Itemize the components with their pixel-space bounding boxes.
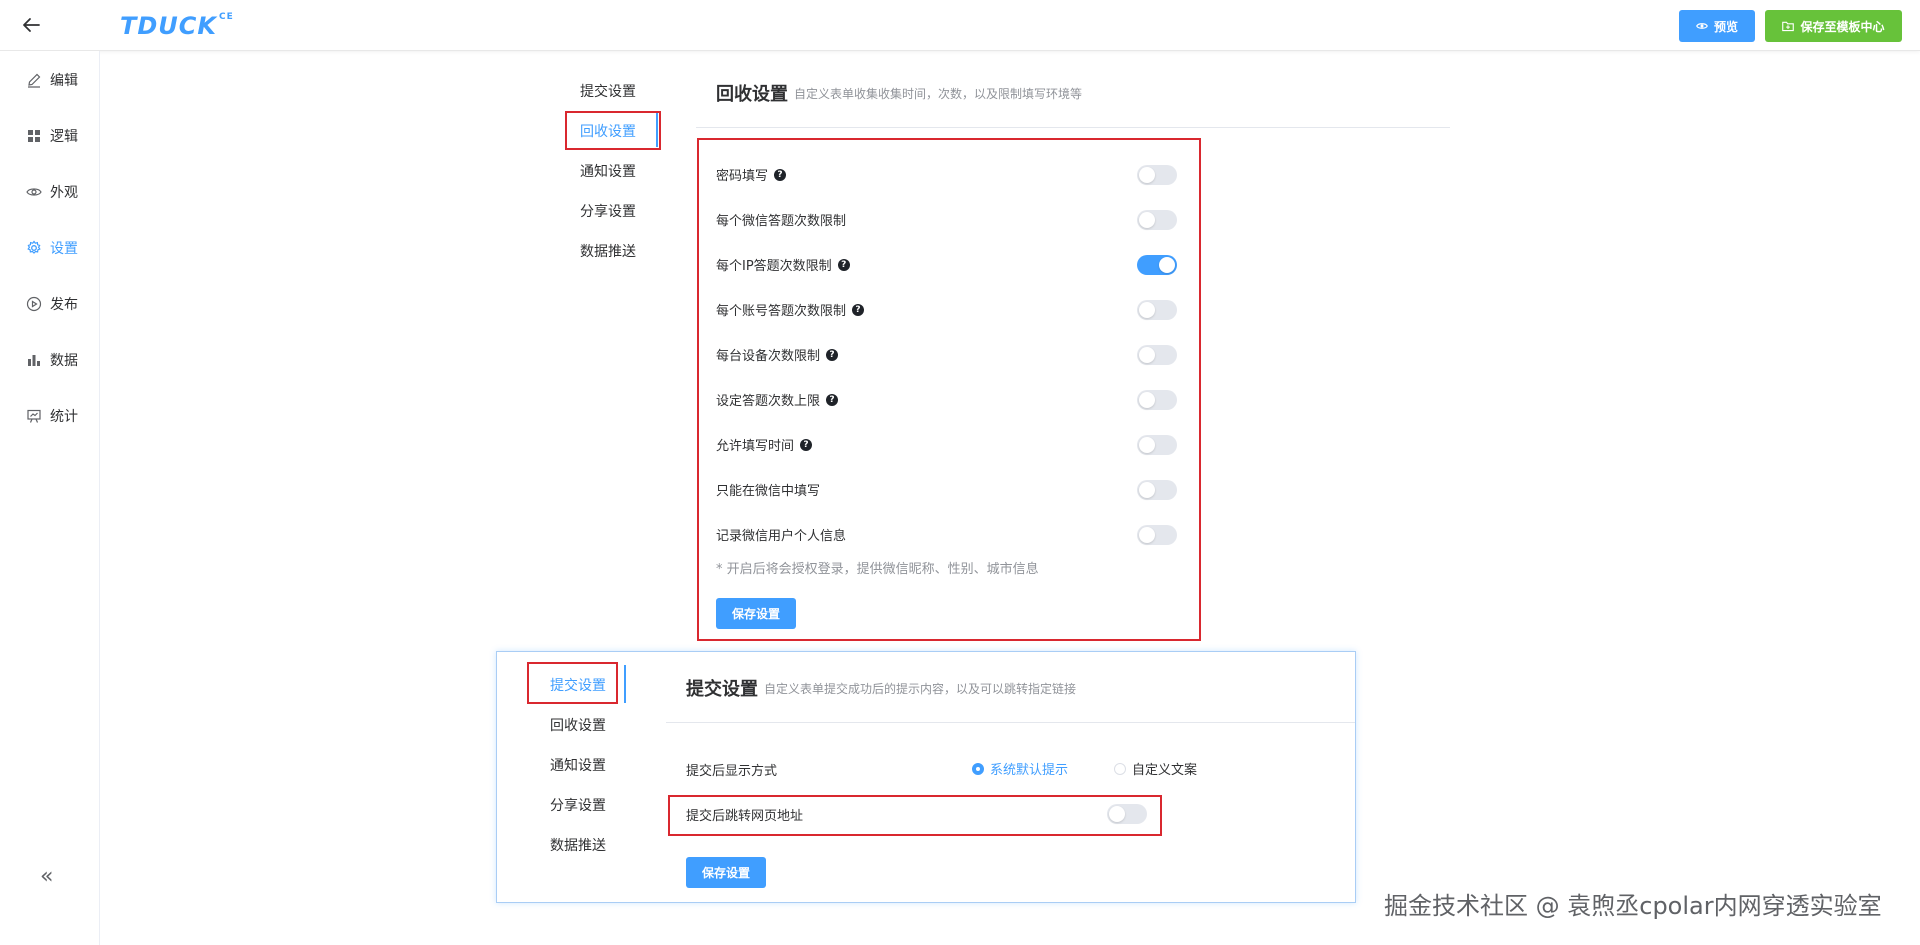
toggle-wechat-limit[interactable] xyxy=(1137,210,1177,230)
setting-row-wechat-limit: 每个微信答题次数限制 xyxy=(716,214,847,229)
toggle-password[interactable] xyxy=(1137,165,1177,185)
active-indicator xyxy=(624,665,626,703)
toggle-record-wechat-info[interactable] xyxy=(1137,525,1177,545)
sidebar-item-edit[interactable]: 编辑 xyxy=(26,70,78,90)
subnav-submit[interactable]: 提交设置 xyxy=(580,81,636,101)
sidebar-item-publish[interactable]: 发布 xyxy=(26,294,78,314)
app-logo: TDUCK CE xyxy=(120,12,234,40)
display-mode-label: 提交后显示方式 xyxy=(686,764,778,779)
sidebar-item-settings[interactable]: 设置 xyxy=(26,238,78,258)
help-icon[interactable]: ? xyxy=(800,438,813,451)
radio-default-tip[interactable]: 系统默认提示 xyxy=(972,759,1068,778)
panel-subnav-recycle[interactable]: 回收设置 xyxy=(550,715,606,735)
toggle-account-limit[interactable] xyxy=(1137,300,1177,320)
panel-subnav-notify[interactable]: 通知设置 xyxy=(550,755,606,775)
pencil-icon xyxy=(28,73,41,88)
section-divider xyxy=(666,722,1355,723)
redirect-url-label: 提交后跳转网页地址 xyxy=(686,809,804,824)
sidebar-item-label: 设置 xyxy=(50,241,78,257)
sidebar-item-logic[interactable]: 逻辑 xyxy=(26,126,78,146)
back-arrow-icon[interactable] xyxy=(20,14,42,36)
gear-icon xyxy=(27,240,41,254)
sidebar-item-label: 编辑 xyxy=(50,73,78,89)
sidebar-item-label: 统计 xyxy=(50,409,78,425)
help-icon[interactable]: ? xyxy=(774,168,787,181)
help-icon[interactable]: ? xyxy=(837,258,850,271)
setting-row-ip-limit: 每个IP答题次数限制? xyxy=(716,255,850,274)
toggle-device-limit[interactable] xyxy=(1137,345,1177,365)
eye-icon xyxy=(1696,23,1708,29)
subnav-share[interactable]: 分享设置 xyxy=(580,201,636,221)
sidebar-item-statistics[interactable]: 统计 xyxy=(26,406,78,426)
recycle-section-description: 自定义表单收集收集时间，次数，以及限制填写环境等 xyxy=(794,87,1083,101)
help-icon[interactable]: ? xyxy=(826,348,839,361)
setting-row-device-limit: 每台设备次数限制? xyxy=(716,345,839,364)
radio-custom-text[interactable]: 自定义文案 xyxy=(1114,759,1197,778)
sidebar-item-data[interactable]: 数据 xyxy=(26,350,78,370)
radio-dot xyxy=(1114,762,1126,775)
panel-save-settings-button[interactable]: 保存设置 xyxy=(686,857,766,888)
toggle-redirect-url[interactable] xyxy=(1107,804,1147,824)
toggle-max-answers[interactable] xyxy=(1137,390,1177,410)
top-bar: TDUCK CE 预览 保存至模板中心 xyxy=(0,0,1920,51)
toggle-fill-time[interactable] xyxy=(1137,435,1177,455)
grid-icon xyxy=(28,130,40,142)
help-icon[interactable]: ? xyxy=(826,393,839,406)
folder-icon xyxy=(1782,21,1795,32)
setting-row-fill-time: 允许填写时间? xyxy=(716,435,813,454)
radio-dot-checked xyxy=(972,762,984,775)
panel-subnav-share[interactable]: 分享设置 xyxy=(550,795,606,815)
subnav-data-push[interactable]: 数据推送 xyxy=(580,241,636,261)
wechat-info-note: * 开启后将会授权登录，提供微信昵称、性别、城市信息 xyxy=(716,562,1039,577)
sidebar-item-appearance[interactable]: 外观 xyxy=(26,182,78,202)
collapse-sidebar-icon[interactable]: « xyxy=(40,864,53,889)
setting-row-max-answers: 设定答题次数上限? xyxy=(716,390,839,409)
presentation-icon xyxy=(27,409,41,423)
play-circle-icon xyxy=(26,296,42,312)
sidebar-item-label: 外观 xyxy=(50,185,78,201)
toggle-wechat-only[interactable] xyxy=(1137,480,1177,500)
eye-icon xyxy=(26,188,42,196)
recycle-section-title: 回收设置 xyxy=(716,84,788,105)
subnav-notify[interactable]: 通知设置 xyxy=(580,161,636,181)
help-icon[interactable]: ? xyxy=(852,303,865,316)
setting-row-account-limit: 每个账号答题次数限制? xyxy=(716,300,865,319)
save-settings-button[interactable]: 保存设置 xyxy=(716,598,796,629)
sidebar-item-label: 发布 xyxy=(50,297,78,313)
setting-row-wechat-only: 只能在微信中填写 xyxy=(716,484,821,499)
setting-row-password: 密码填写? xyxy=(716,165,787,184)
watermark-text: 掘金技术社区 @ 袁煦丞cpolar内网穿透实验室 xyxy=(1384,892,1882,920)
highlight-box-submit-tab xyxy=(527,662,618,704)
highlight-box-recycle-tab xyxy=(565,111,661,150)
section-divider xyxy=(696,127,1450,128)
sidebar-item-label: 数据 xyxy=(50,353,78,369)
preview-button[interactable]: 预览 xyxy=(1679,10,1755,42)
save-to-template-button[interactable]: 保存至模板中心 xyxy=(1765,10,1902,42)
setting-row-record-wechat-info: 记录微信用户个人信息 xyxy=(716,529,847,544)
left-sidebar: 编辑 逻辑 外观 设置 发布 数据 统计 « xyxy=(0,51,100,945)
submit-section-title: 提交设置 xyxy=(686,679,758,700)
bar-chart-icon xyxy=(28,355,40,366)
submit-section-description: 自定义表单提交成功后的提示内容，以及可以跳转指定链接 xyxy=(764,682,1077,696)
toggle-ip-limit[interactable] xyxy=(1137,255,1177,275)
panel-subnav-data-push[interactable]: 数据推送 xyxy=(550,835,606,855)
sidebar-item-label: 逻辑 xyxy=(50,129,78,145)
